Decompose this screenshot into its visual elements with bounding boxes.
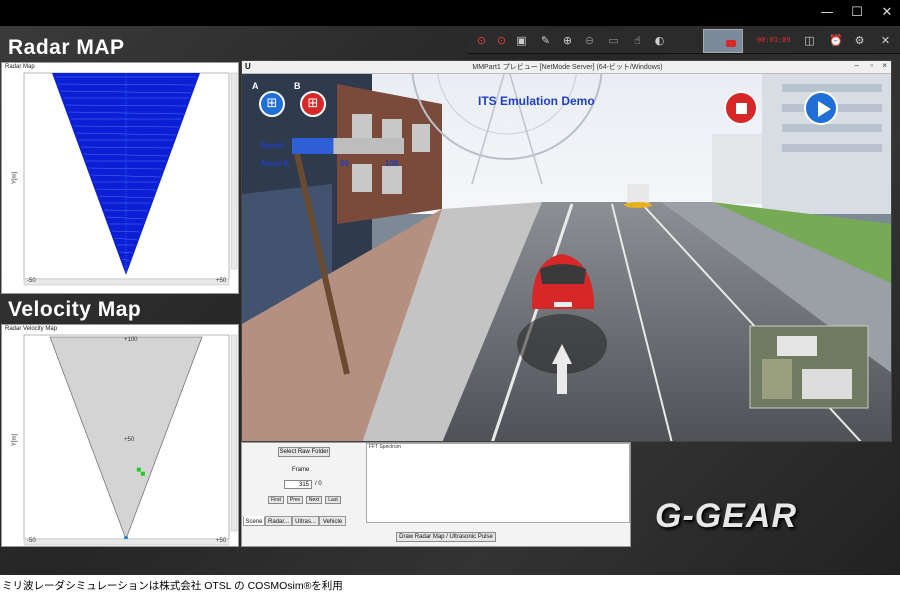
zoom-x1-icon[interactable]: ⊖	[583, 34, 596, 47]
text-icon[interactable]: ▭	[607, 34, 620, 47]
settings-icon[interactable]: ⚙	[853, 34, 866, 47]
tab-scene[interactable]: Scene	[243, 516, 265, 526]
speed-bar-fill	[292, 138, 334, 154]
radar-map-plot	[23, 72, 238, 286]
velocity-x-max-label: +50	[216, 538, 227, 544]
last-button[interactable]: Last	[325, 496, 341, 504]
caption: ミリ波レーダシミュレーションは株式会社 OTSL の COSMOsim®を利用	[2, 580, 343, 592]
tab-vehicle[interactable]: Vehicle	[319, 516, 346, 526]
next-button[interactable]: Next	[306, 496, 322, 504]
pause-icon[interactable]: ⊙	[495, 34, 508, 47]
fft-spectrum-label: FFT Spectrum	[369, 444, 401, 450]
network-b-icon[interactable]: ⊞	[300, 91, 326, 117]
window-titlebar: — ☐ ✕	[0, 0, 900, 26]
hand-icon[interactable]: ☝	[631, 34, 644, 47]
3d-scene[interactable]	[242, 74, 892, 442]
alarm-icon[interactable]: ⏰	[829, 34, 843, 47]
sim-close-button[interactable]: ×	[882, 61, 887, 70]
window-icon[interactable]: ▣	[515, 34, 528, 47]
frame-total: / 0	[315, 481, 322, 487]
webcam-icon[interactable]: ◐	[653, 34, 666, 47]
first-button[interactable]: First	[268, 496, 284, 504]
tab-radar[interactable]: Radar...	[265, 516, 292, 526]
draw-radar-map-button[interactable]: Draw Radar Map / Ultrasonic Pulse	[396, 532, 496, 542]
velocity-point	[140, 471, 145, 476]
speed-label: Speed	[260, 141, 285, 150]
stop-icon	[736, 103, 747, 114]
radar-map-heading: Radar MAP	[8, 36, 125, 59]
control-panel: Select Raw Folder Frame 315 / 0 First Pr…	[241, 442, 631, 547]
recorder-toolbar: ⊙ ⊙ ▣ ✎ ⊕ ⊖ ▭ ☝ ◐ 00:01:09 ◫ ⏰ ⚙ ✕	[467, 28, 900, 54]
maximize-button[interactable]: ☐	[848, 4, 866, 22]
velocity-map-heading: Velocity Map	[8, 298, 142, 321]
stop-icon[interactable]: ⊙	[475, 34, 488, 47]
radar-x-min-label: -50	[27, 278, 36, 284]
select-raw-folder-button[interactable]: Select Raw Folder	[278, 447, 330, 457]
frame-input[interactable]: 315	[284, 480, 312, 489]
velocity-x-min-label: -50	[27, 538, 36, 544]
simulation-title: MMPart1 プレビュー [NetMode Server] (64-ビット/W…	[472, 64, 663, 71]
sim-maximize-button[interactable]: ▫	[870, 61, 873, 70]
g-gear-logo: G-GEAR	[655, 497, 797, 535]
velocity-mid-label: +50	[124, 437, 135, 443]
simulation-window: U MMPart1 プレビュー [NetMode Server] (64-ビット…	[241, 60, 892, 442]
prev-button[interactable]: Prev	[287, 496, 303, 504]
sim-minimize-button[interactable]: –	[855, 61, 859, 70]
toolbar-close-icon[interactable]: ✕	[879, 34, 892, 47]
velocity-top-label: +100	[124, 337, 138, 343]
close-button[interactable]: ✕	[878, 4, 896, 22]
minimize-button[interactable]: —	[818, 4, 836, 22]
accel-label: Accel 0	[260, 159, 289, 168]
radar-map-panel: Radar Map Y[m] -50 +50	[1, 62, 239, 294]
play-icon	[818, 101, 831, 117]
record-timer: 00:01:09	[757, 36, 791, 44]
stop-button[interactable]	[724, 91, 758, 125]
simulation-titlebar: U MMPart1 プレビュー [NetMode Server] (64-ビット…	[242, 61, 891, 74]
pen-icon[interactable]: ✎	[539, 34, 552, 47]
velocity-y-label: Y[m]	[12, 433, 19, 447]
preview-thumbnail	[703, 29, 743, 53]
fft-spectrum-panel: FFT Spectrum	[366, 443, 630, 523]
zoom-icon[interactable]: ⊕	[561, 34, 574, 47]
velocity-map-panel: Radar Velocity Map +100 +50 Y[m] -50 +50	[1, 324, 239, 547]
radar-y-label: Y[m]	[12, 171, 19, 185]
hud-title: ITS Emulation Demo	[478, 94, 595, 108]
hud-label-a: A	[252, 81, 259, 91]
radar-x-max-label: +50	[216, 278, 227, 284]
play-button[interactable]	[804, 91, 838, 125]
hud-label-b: B	[294, 81, 301, 91]
velocity-map-plot	[23, 334, 238, 546]
app-frame: — ☐ ✕ ⊙ ⊙ ▣ ✎ ⊕ ⊖ ▭ ☝ ◐ 00:01:09 ◫ ⏰ ⚙ ✕…	[0, 0, 900, 575]
tick-50-label: 50	[340, 159, 349, 168]
screenshot-icon[interactable]: ◫	[803, 34, 816, 47]
velocity-point	[136, 467, 141, 472]
network-a-icon[interactable]: ⊞	[259, 91, 285, 117]
tab-ultrasonic[interactable]: Ultras...	[292, 516, 319, 526]
frame-label: Frame	[292, 467, 310, 473]
tick-100-label: 100	[385, 159, 399, 168]
